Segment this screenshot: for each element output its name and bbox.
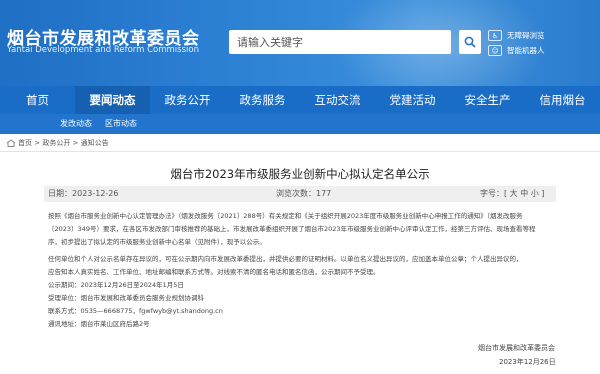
- breadcrumb: 首页 > 政务公开 > 通知公告: [18, 137, 109, 149]
- nav-item-safety[interactable]: 安全生产: [450, 86, 525, 114]
- paragraph: 任何单位和个人对公示名单存在异议的，可在公示期内向市发展改革委提出，并提供必要的…: [48, 255, 523, 263]
- paragraph: 按照《烟台市服务业创新中心认定管理办法》（烟发改服务〔2021〕288号）有关规…: [48, 212, 523, 220]
- paragraph: 〔2023〕349号）要求，在各区市发改部门审核推荐的基础上，市发展改革委组织开…: [48, 225, 536, 233]
- nav-item-services[interactable]: 政务服务: [225, 86, 300, 114]
- article-title: 烟台市2023年市级服务业创新中心拟认定名单公示: [170, 167, 430, 181]
- signature-org: 烟台市发展和改革委员会: [478, 344, 555, 352]
- search-icon: [464, 36, 476, 48]
- contact-info: 联系方式：0535—6668775，fgwfwyb@yt.shandong.cn: [48, 307, 223, 315]
- mailing-address: 通讯地址：烟台市莱山区府后路2号: [48, 320, 150, 328]
- nav-item-news[interactable]: 要闻动态: [75, 86, 150, 114]
- search-input[interactable]: [237, 30, 427, 54]
- search-box: [229, 30, 451, 54]
- nav-item-party[interactable]: 党建活动: [375, 86, 450, 114]
- breadcrumb-separator: >: [70, 139, 81, 147]
- breadcrumb-gov-affairs[interactable]: 政务公开: [42, 139, 70, 147]
- article-date: 日期：2023-12-26: [48, 189, 119, 198]
- receiving-unit: 受理单位：烟台市发展和改革委员会服务业规划协调科: [48, 294, 204, 302]
- accessibility-icon: ♿: [488, 30, 502, 41]
- breadcrumb-home[interactable]: 首页: [18, 139, 32, 147]
- accessibility-label: 无障碍浏览: [507, 31, 545, 40]
- main-nav: 首页 要闻动态 政务公开 政务服务 互动交流 党建活动 安全生产 信用烟台: [0, 86, 600, 114]
- robot-label: 智能机器人: [507, 46, 545, 55]
- accessibility-link[interactable]: ♿ 无障碍浏览: [488, 28, 545, 43]
- paragraph: 序，初步提出了拟认定的市级服务业创新中心名单（见附件），现予以公示。: [48, 238, 266, 246]
- home-icon: [6, 139, 16, 147]
- nav-item-interaction[interactable]: 互动交流: [300, 86, 375, 114]
- sub-nav: 发改动态 区市动态: [0, 114, 600, 134]
- font-size-controls[interactable]: 字号：[ 大 中 小 ]: [480, 186, 544, 202]
- divider: [0, 151, 600, 152]
- subnav-item-district-news[interactable]: 区市动态: [105, 114, 137, 134]
- robot-icon: ☺: [488, 45, 502, 56]
- signature-date: 2023年12月26日: [499, 358, 556, 366]
- search-button[interactable]: [459, 30, 481, 54]
- subnav-item-dev-news[interactable]: 发改动态: [60, 114, 92, 134]
- article-meta-bar: 日期：2023-12-26 浏览次数：177 字号：[ 大 中 小 ]: [44, 186, 556, 202]
- public-period: 公示期间：2023年12月26日至2024年1月5日: [48, 281, 184, 289]
- header-side-links: ♿ 无障碍浏览 ☺ 智能机器人: [488, 28, 545, 58]
- breadcrumb-notices[interactable]: 通知公告: [81, 139, 109, 147]
- site-subtitle: Yantai Development and Reform Commission: [7, 45, 199, 55]
- nav-item-gov-affairs[interactable]: 政务公开: [150, 86, 225, 114]
- paragraph: 应告知本人真实姓名、工作单位、地址邮编和联系方式等。对线索不清的匿名电话和匿名信…: [48, 268, 380, 276]
- breadcrumb-separator: >: [32, 139, 43, 147]
- nav-item-home[interactable]: 首页: [0, 86, 75, 114]
- robot-link[interactable]: ☺ 智能机器人: [488, 43, 545, 58]
- article-views: 浏览次数：177: [276, 189, 332, 198]
- site-header: 烟台市发展和改革委员会 Yantai Development and Refor…: [0, 0, 600, 86]
- nav-item-credit[interactable]: 信用烟台: [525, 86, 600, 114]
